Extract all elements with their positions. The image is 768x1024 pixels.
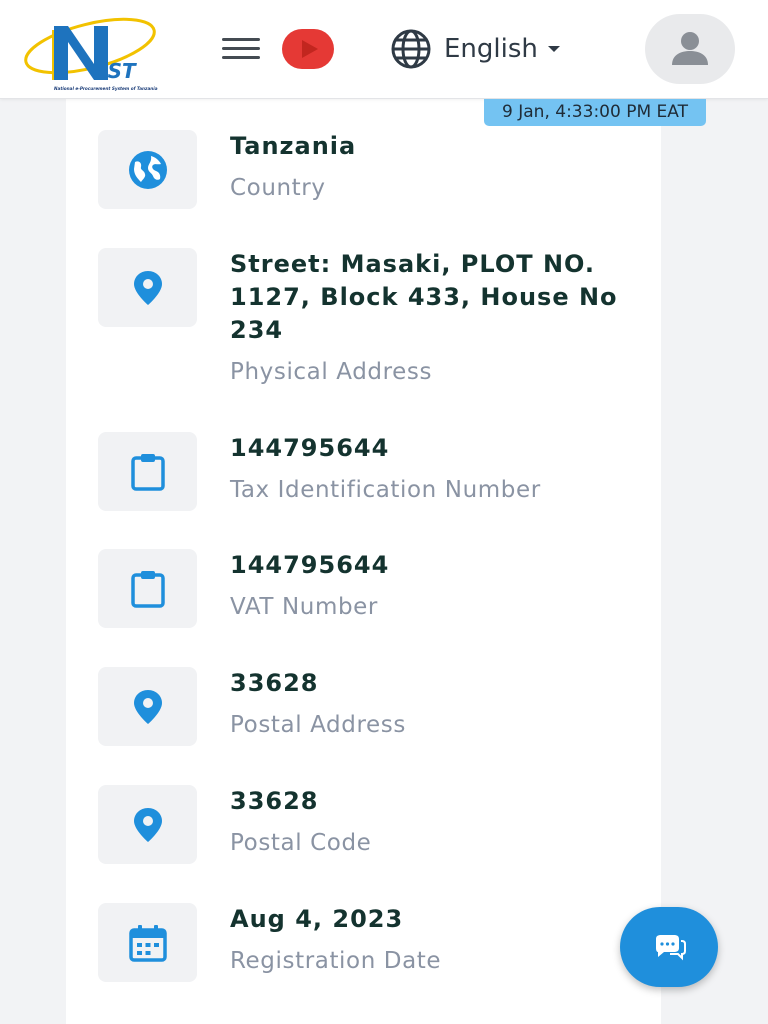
chevron-down-icon bbox=[547, 46, 560, 52]
server-time-badge: 9 Jan, 4:33:00 PM EAT bbox=[484, 99, 706, 126]
location-pin-icon bbox=[133, 689, 162, 724]
icon-box bbox=[98, 130, 197, 209]
youtube-button[interactable] bbox=[282, 29, 334, 69]
detail-label: Country bbox=[230, 175, 326, 201]
nest-logo[interactable]: eST National e-Procurement System of Tan… bbox=[22, 8, 172, 94]
icon-box bbox=[98, 549, 197, 628]
top-navbar: eST National e-Procurement System of Tan… bbox=[0, 0, 768, 99]
icon-box bbox=[98, 432, 197, 511]
detail-value: 33628 bbox=[230, 787, 319, 815]
icon-box bbox=[98, 785, 197, 864]
icon-box bbox=[98, 248, 197, 327]
clipboard-icon bbox=[130, 570, 165, 608]
chat-icon bbox=[656, 935, 686, 961]
detail-value: 144795644 bbox=[230, 434, 390, 462]
detail-label: Registration Date bbox=[230, 948, 442, 974]
language-selector[interactable]: English bbox=[390, 28, 560, 70]
detail-value: 33628 bbox=[230, 669, 319, 697]
icon-box bbox=[98, 903, 197, 982]
menu-button[interactable] bbox=[222, 38, 260, 60]
menu-bar bbox=[222, 47, 260, 50]
play-icon bbox=[301, 40, 318, 58]
detail-label: Postal Code bbox=[230, 830, 372, 856]
details-card: Tanzania Country Street: Masaki, PLOT NO… bbox=[66, 99, 661, 1024]
detail-label: Postal Address bbox=[230, 712, 406, 738]
menu-bar bbox=[222, 56, 260, 59]
detail-value: Aug 4, 2023 bbox=[230, 905, 404, 933]
location-pin-icon bbox=[133, 807, 162, 842]
icon-box bbox=[98, 667, 197, 746]
calendar-icon bbox=[128, 924, 167, 962]
chat-button[interactable] bbox=[620, 907, 718, 987]
user-icon bbox=[672, 32, 708, 65]
detail-value: Street: Masaki, PLOT NO. 1127, Block 433… bbox=[230, 250, 618, 344]
detail-label: Tax Identification Number bbox=[230, 477, 541, 503]
detail-label: VAT Number bbox=[230, 594, 378, 620]
globe-icon bbox=[391, 29, 431, 69]
language-label: English bbox=[444, 34, 538, 64]
globe-icon bbox=[128, 150, 167, 189]
menu-bar bbox=[222, 38, 260, 41]
location-pin-icon bbox=[133, 270, 162, 305]
detail-value: 144795644 bbox=[230, 551, 390, 579]
user-avatar[interactable] bbox=[645, 14, 735, 84]
clipboard-icon bbox=[130, 453, 165, 491]
svg-text:National e-Procurement System: National e-Procurement System of Tanzani… bbox=[54, 86, 158, 91]
detail-value: Tanzania bbox=[230, 132, 357, 160]
svg-text:eST: eST bbox=[94, 59, 137, 83]
detail-label: Physical Address bbox=[230, 359, 433, 385]
